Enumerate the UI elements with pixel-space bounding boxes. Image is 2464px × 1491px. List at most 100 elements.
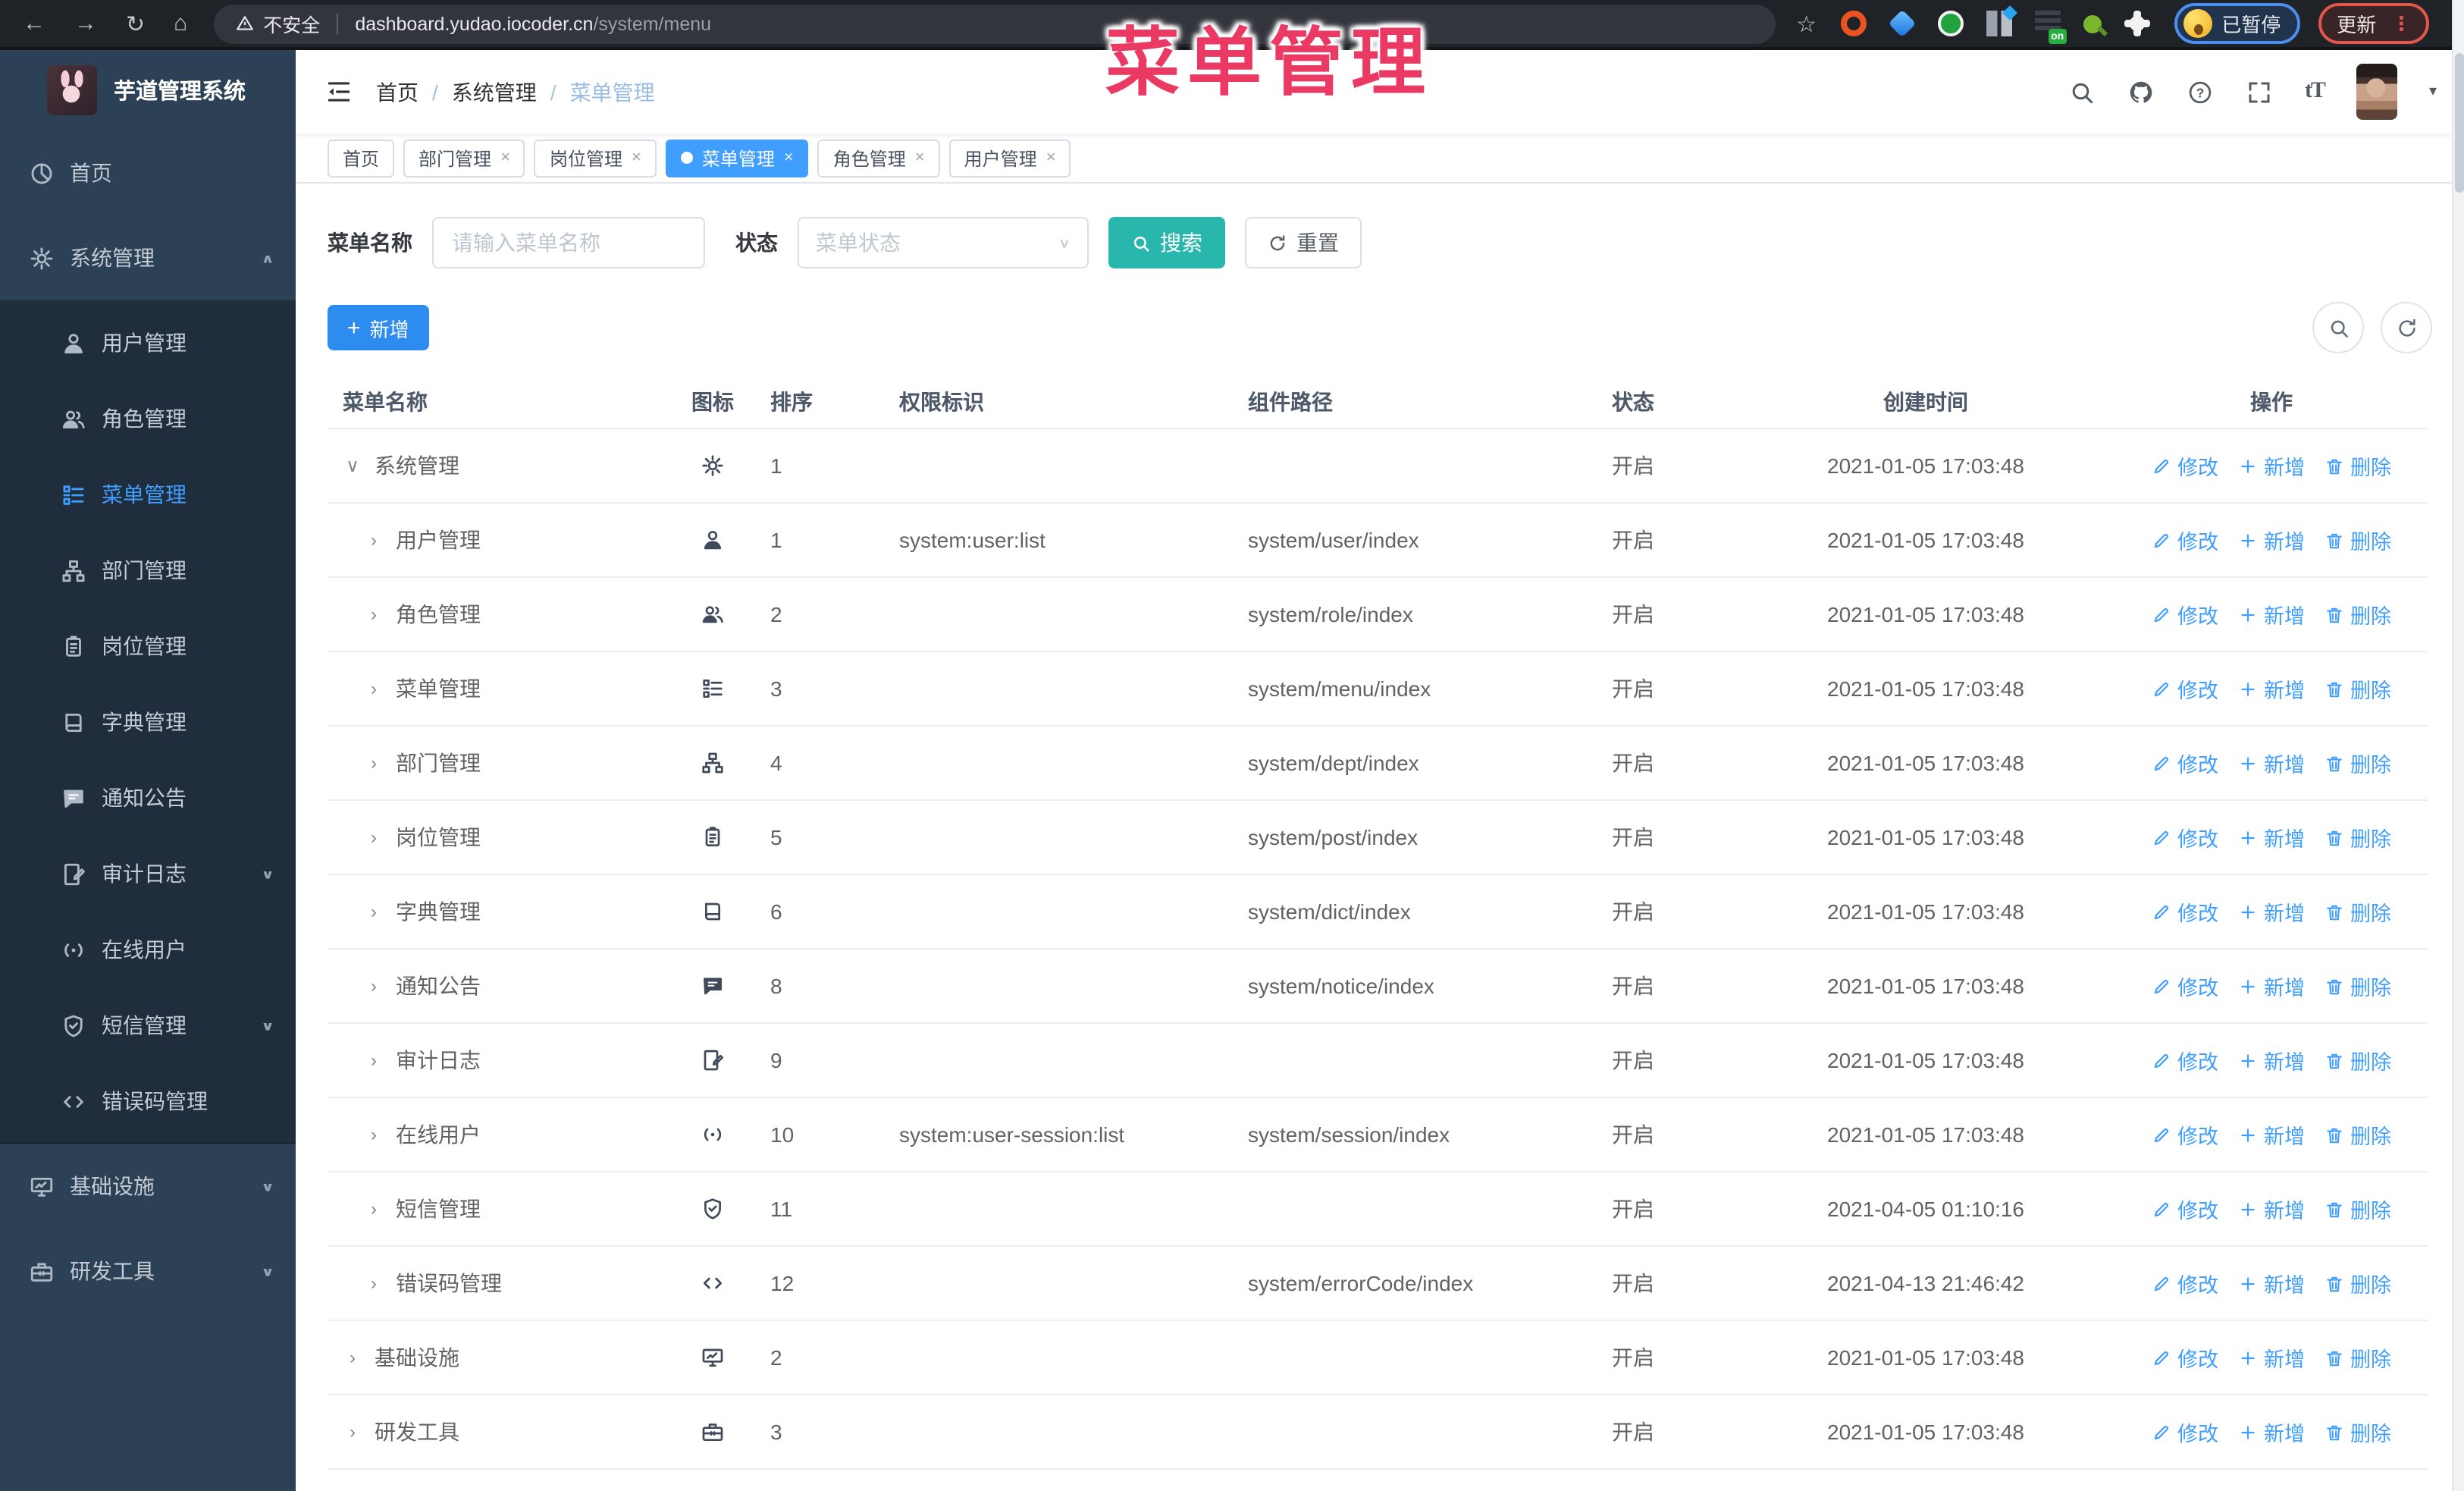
delete-row-button[interactable]: 删除: [2324, 673, 2391, 704]
sidebar-item-3[interactable]: 角色管理: [0, 381, 296, 457]
caret-collapsed-icon[interactable]: ›: [364, 975, 384, 997]
bookmark-star-icon[interactable]: ☆: [1796, 10, 1817, 37]
close-icon[interactable]: ×: [500, 149, 510, 167]
tab-2[interactable]: 岗位管理 ×: [534, 139, 657, 177]
caret-collapsed-icon[interactable]: ›: [364, 901, 384, 922]
caret-collapsed-icon[interactable]: ›: [343, 1421, 362, 1442]
edit-row-button[interactable]: 修改: [2152, 1417, 2218, 1447]
kebab-menu-icon[interactable]: ⋮: [2391, 11, 2411, 36]
edit-row-button[interactable]: 修改: [2152, 1268, 2218, 1298]
add-row-button[interactable]: 新增: [2238, 673, 2305, 704]
edit-row-button[interactable]: 修改: [2152, 1342, 2218, 1373]
update-button[interactable]: 更新 ⋮: [2318, 3, 2430, 44]
extension-grid-icon[interactable]: [1986, 11, 2013, 36]
add-row-button[interactable]: 新增: [2238, 1342, 2305, 1373]
sidebar-item-1[interactable]: 系统管理 ∧: [0, 215, 296, 300]
sidebar-item-10[interactable]: 在线用户: [0, 912, 296, 987]
chevron-down-icon[interactable]: ▾: [2429, 83, 2437, 100]
add-row-button[interactable]: 新增: [2238, 1194, 2305, 1224]
close-icon[interactable]: ×: [632, 149, 641, 167]
caret-collapsed-icon[interactable]: ›: [364, 604, 384, 625]
caret-collapsed-icon[interactable]: ›: [343, 1347, 362, 1368]
edit-row-button[interactable]: 修改: [2152, 1119, 2218, 1150]
breadcrumb-system[interactable]: 系统管理: [452, 77, 537, 107]
edit-row-button[interactable]: 修改: [2152, 971, 2218, 1001]
sidebar-item-7[interactable]: 字典管理: [0, 684, 296, 760]
tab-1[interactable]: 部门管理 ×: [403, 139, 525, 177]
sidebar-fold-icon[interactable]: [324, 77, 353, 106]
edit-row-button[interactable]: 修改: [2152, 450, 2218, 481]
scrollbar-thumb[interactable]: [2455, 53, 2464, 193]
add-row-button[interactable]: 新增: [2238, 896, 2305, 927]
add-button[interactable]: + 新增: [328, 305, 429, 350]
github-icon[interactable]: [2127, 78, 2155, 105]
delete-row-button[interactable]: 删除: [2324, 1045, 2391, 1075]
close-icon[interactable]: ×: [784, 149, 794, 167]
refresh-table-button[interactable]: [2381, 302, 2432, 353]
caret-collapsed-icon[interactable]: ›: [364, 752, 384, 774]
breadcrumb-home[interactable]: 首页: [376, 77, 419, 107]
search-icon[interactable]: [2068, 78, 2096, 105]
edit-row-button[interactable]: 修改: [2152, 822, 2218, 852]
sidebar-item-2[interactable]: 用户管理: [0, 305, 296, 381]
extension-ubuntu-icon[interactable]: [1841, 11, 1867, 36]
reload-icon[interactable]: ↻: [126, 10, 145, 37]
page-scrollbar[interactable]: [2452, 0, 2464, 1491]
caret-expanded-icon[interactable]: ∨: [343, 455, 362, 476]
status-select[interactable]: 菜单状态 ∨: [798, 217, 1089, 268]
delete-row-button[interactable]: 删除: [2324, 1342, 2391, 1373]
delete-row-button[interactable]: 删除: [2324, 525, 2391, 555]
extension-list-icon[interactable]: [2035, 11, 2067, 44]
delete-row-button[interactable]: 删除: [2324, 1417, 2391, 1447]
edit-row-button[interactable]: 修改: [2152, 599, 2218, 629]
delete-row-button[interactable]: 删除: [2324, 748, 2391, 778]
delete-row-button[interactable]: 删除: [2324, 896, 2391, 927]
sidebar-item-4[interactable]: 菜单管理: [0, 457, 296, 532]
sidebar-item-8[interactable]: 通知公告: [0, 760, 296, 836]
menu-name-input[interactable]: [432, 217, 705, 268]
close-icon[interactable]: ×: [1046, 149, 1056, 167]
fullscreen-icon[interactable]: [2246, 78, 2273, 105]
back-icon[interactable]: ←: [23, 10, 45, 37]
delete-row-button[interactable]: 删除: [2324, 1268, 2391, 1298]
caret-collapsed-icon[interactable]: ›: [364, 678, 384, 699]
edit-row-button[interactable]: 修改: [2152, 1194, 2218, 1224]
sidebar-item-6[interactable]: 岗位管理: [0, 608, 296, 684]
add-row-button[interactable]: 新增: [2238, 450, 2305, 481]
add-row-button[interactable]: 新增: [2238, 1268, 2305, 1298]
address-bar[interactable]: 不安全 dashboard.yudao.iocoder.cn/system/me…: [213, 4, 1776, 43]
reset-button[interactable]: 重置: [1245, 217, 1362, 268]
sidebar-item-5[interactable]: 部门管理: [0, 532, 296, 608]
add-row-button[interactable]: 新增: [2238, 525, 2305, 555]
edit-row-button[interactable]: 修改: [2152, 1045, 2218, 1075]
delete-row-button[interactable]: 删除: [2324, 1119, 2391, 1150]
avatar[interactable]: [2356, 64, 2397, 120]
caret-collapsed-icon[interactable]: ›: [364, 827, 384, 848]
tab-4[interactable]: 角色管理 ×: [817, 139, 940, 177]
edit-row-button[interactable]: 修改: [2152, 525, 2218, 555]
add-row-button[interactable]: 新增: [2238, 822, 2305, 852]
delete-row-button[interactable]: 删除: [2324, 971, 2391, 1001]
edit-row-button[interactable]: 修改: [2152, 673, 2218, 704]
security-label[interactable]: 不安全: [263, 9, 320, 38]
close-icon[interactable]: ×: [915, 149, 925, 167]
tab-5[interactable]: 用户管理 ×: [948, 139, 1071, 177]
add-row-button[interactable]: 新增: [2238, 1417, 2305, 1447]
extension-puzzle-icon[interactable]: [2124, 11, 2151, 36]
extension-gem-icon[interactable]: [1888, 9, 1917, 38]
add-row-button[interactable]: 新增: [2238, 971, 2305, 1001]
sidebar-item-14[interactable]: 研发工具 ∨: [0, 1229, 296, 1314]
edit-row-button[interactable]: 修改: [2152, 748, 2218, 778]
delete-row-button[interactable]: 删除: [2324, 1194, 2391, 1224]
add-row-button[interactable]: 新增: [2238, 599, 2305, 629]
sidebar-item-12[interactable]: 错误码管理: [0, 1063, 296, 1139]
add-row-button[interactable]: 新增: [2238, 748, 2305, 778]
app-logo[interactable]: 芋道管理系统: [0, 50, 296, 130]
delete-row-button[interactable]: 删除: [2324, 450, 2391, 481]
font-size-icon[interactable]: tT: [2305, 79, 2326, 105]
caret-collapsed-icon[interactable]: ›: [364, 1273, 384, 1294]
delete-row-button[interactable]: 删除: [2324, 599, 2391, 629]
home-icon[interactable]: ⌂: [174, 10, 187, 37]
toggle-search-button[interactable]: [2312, 302, 2364, 353]
sidebar-item-0[interactable]: 首页: [0, 130, 296, 215]
